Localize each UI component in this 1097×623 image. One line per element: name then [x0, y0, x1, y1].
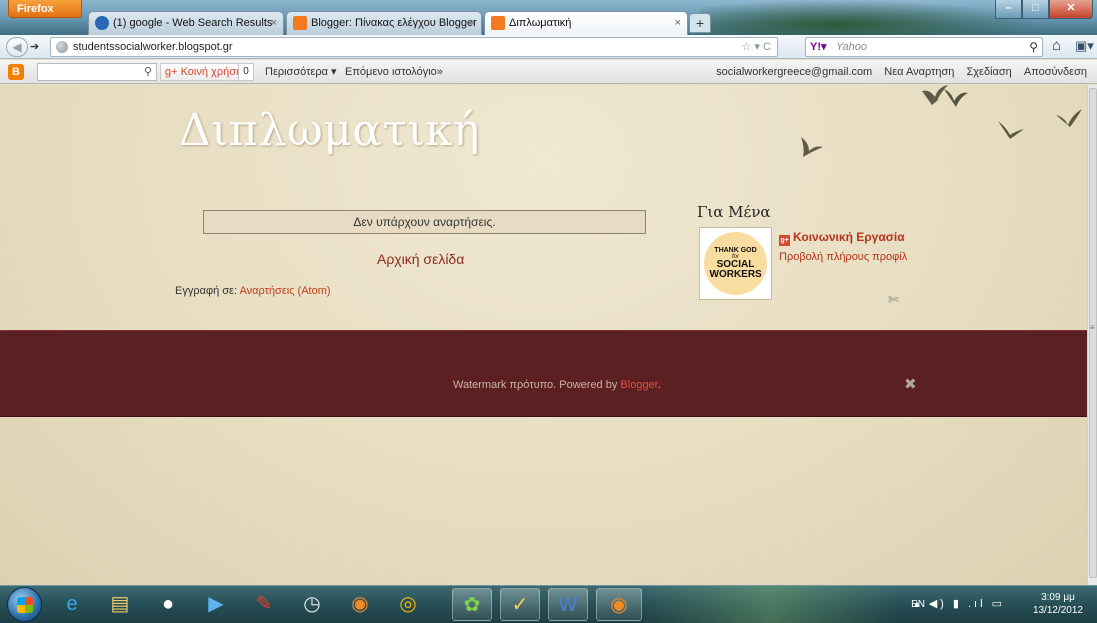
windows-taskbar: e ▤ ● ▶ ✎ ◷ ◉ ◎ ✿ ✓ W ◉ EN ▴ ◀) ▮ .ıl ▭ …	[0, 585, 1097, 623]
clock-icon[interactable]: ◷	[292, 588, 332, 621]
media-icon[interactable]: ▶	[196, 588, 236, 621]
tools-icon[interactable]: ✖	[904, 375, 917, 393]
tab-title: Blogger: Πίνακας ελέγχου Blogger	[311, 17, 477, 29]
firefox-menu-button[interactable]: Firefox	[8, 0, 82, 18]
more-menu[interactable]: Περισσότερα ▾	[265, 60, 337, 84]
ie-icon[interactable]: e	[52, 588, 92, 621]
clock-time: 3:09 μμ	[1041, 592, 1075, 603]
blog-search-input[interactable]: ⚲	[37, 63, 157, 81]
footer-period: .	[657, 379, 661, 391]
view-full-profile-link[interactable]: Προβολή πλήρους προφίλ	[779, 251, 907, 263]
user-email: socialworkergreece@gmail.com	[716, 66, 873, 78]
browser-title-bar: Firefox (1) google - Web Search Results …	[0, 0, 1097, 35]
page-scrollbar[interactable]: ≡	[1087, 85, 1097, 585]
gplus-label: Κοινή χρήση	[180, 66, 243, 78]
yahoo-icon[interactable]: Y!▾	[810, 38, 827, 56]
search-icon[interactable]: ⚲	[1029, 38, 1038, 56]
clock-date: 13/12/2012	[1032, 605, 1083, 616]
bird-icon	[944, 89, 968, 107]
gplus-share-button[interactable]: g+ Κοινή χρήση	[160, 63, 248, 81]
bird-icon	[998, 121, 1024, 139]
minimize-icon[interactable]: –	[995, 0, 1022, 19]
address-bar[interactable]: studentssocialworker.blogspot.gr ☆ ▾ C	[50, 37, 778, 57]
blog-footer: Watermark πρότυπο. Powered by Blogger. ✖	[0, 330, 1087, 417]
clock-display[interactable]: 3:09 μμ 13/12/2012	[1033, 591, 1083, 617]
forward-arrow-icon[interactable]: ➔	[30, 39, 48, 55]
back-arrow-icon[interactable]: ◀	[6, 37, 28, 57]
maximize-icon[interactable]: □	[1022, 0, 1049, 19]
blogger-link[interactable]: Blogger	[620, 379, 657, 391]
titlebar-glow	[700, 0, 1040, 35]
addon-icon[interactable]: ▣▾	[1075, 37, 1094, 55]
tab-title: Διπλωματική	[509, 17, 572, 29]
profile-image[interactable]: THANK GOD for SOCIAL WORKERS	[699, 227, 772, 300]
word-icon[interactable]: W	[548, 588, 588, 621]
search-icon[interactable]: ⚲	[144, 64, 152, 80]
explorer-icon[interactable]: ▤	[100, 588, 140, 621]
paint-icon[interactable]: ✓	[500, 588, 540, 621]
navigation-toolbar: ◀ ➔ studentssocialworker.blogspot.gr ☆ ▾…	[0, 35, 1097, 59]
gplus-icon: g+	[779, 235, 790, 246]
globe-icon	[56, 41, 68, 53]
blogger-navbar: B ⚲ g+ Κοινή χρήση 0 Περισσότερα ▾ Επόμε…	[0, 60, 1097, 84]
blog-page: Διπλωματική Δεν υπάρχουν αναρτήσεις. Αρχ…	[0, 85, 1087, 585]
start-button[interactable]	[7, 587, 42, 622]
profile-name-link[interactable]: g+ Κοινωνική Εργασία	[779, 230, 905, 246]
messenger-icon[interactable]: ✿	[452, 588, 492, 621]
about-me-heading: Για Μένα	[697, 203, 771, 221]
close-window-icon[interactable]: ✕	[1049, 0, 1093, 19]
home-page-link[interactable]: Αρχική σελίδα	[377, 251, 464, 267]
bird-icon	[801, 137, 823, 157]
blogger-favicon-icon	[491, 16, 505, 30]
close-icon[interactable]: ×	[271, 12, 277, 34]
close-icon[interactable]: ×	[675, 12, 681, 34]
search-engine-placeholder: Yahoo	[836, 41, 867, 53]
badge-line-1: THANK GOD	[714, 247, 757, 254]
home-icon[interactable]: ⌂	[1052, 37, 1061, 55]
tab-blogger-dashboard[interactable]: Blogger: Πίνακας ελέγχου Blogger ×	[286, 11, 482, 35]
url-text: studentssocialworker.blogspot.gr	[73, 41, 233, 53]
chrome-icon[interactable]: ◎	[388, 588, 428, 621]
new-tab-button[interactable]: +	[689, 13, 711, 33]
sign-out-link[interactable]: Αποσύνδεση	[1024, 66, 1087, 78]
no-posts-message: Δεν υπάρχουν αναρτήσεις.	[203, 210, 646, 234]
bird-icon	[1056, 109, 1082, 127]
footer-text: Watermark πρότυπο. Powered by	[453, 379, 618, 391]
atom-feed-link[interactable]: Αναρτήσεις (Atom)	[239, 285, 330, 297]
badge-line-3: SOCIAL WORKERS	[709, 259, 762, 280]
gplus-count: 0	[238, 63, 254, 81]
bookmark-star-icon[interactable]: ☆ ▾ C	[742, 38, 771, 56]
window-controls: – □ ✕	[995, 0, 1093, 19]
subscribe-line: Εγγραφή σε: Αναρτήσεις (Atom)	[175, 285, 331, 297]
firefox-active-icon[interactable]: ◉	[596, 588, 642, 621]
tab-title: (1) google - Web Search Results	[113, 17, 273, 29]
firefox-icon[interactable]: ◉	[340, 588, 380, 621]
pin-icon[interactable]: ✎	[244, 588, 284, 621]
scrollbar-grip-icon: ≡	[1090, 323, 1095, 332]
tab-google[interactable]: (1) google - Web Search Results ×	[88, 11, 284, 35]
close-icon[interactable]: ×	[469, 12, 475, 34]
new-post-link[interactable]: Νεα Αναρτηση	[884, 66, 954, 78]
profile-badge: THANK GOD for SOCIAL WORKERS	[704, 232, 767, 295]
next-blog-link[interactable]: Επόμενο ιστολόγιο»	[345, 60, 443, 84]
design-link[interactable]: Σχεδίαση	[966, 66, 1011, 78]
edit-widget-icon[interactable]: ✄	[888, 292, 899, 308]
profile-name: Κοινωνική Εργασία	[793, 230, 905, 244]
blogger-user-menu: socialworkergreece@gmail.com Νεα Αναρτησ…	[707, 60, 1087, 84]
blogger-logo-icon[interactable]: B	[8, 64, 24, 80]
windows-logo-icon	[17, 597, 33, 613]
footer-attribution: Watermark πρότυπο. Powered by Blogger.	[453, 379, 661, 391]
subscribe-label: Εγγραφή σε:	[175, 285, 238, 297]
tray-icons[interactable]: ▴ ◀) ▮ .ıl ▭	[914, 597, 1005, 610]
search-input[interactable]: Y!▾ Yahoo ⚲	[805, 37, 1043, 57]
blog-title[interactable]: Διπλωματική	[179, 105, 480, 156]
tab-diplomatiki[interactable]: Διπλωματική ×	[484, 11, 688, 35]
taskbar-sheen	[640, 586, 900, 623]
google-favicon-icon	[95, 16, 109, 30]
user-icon[interactable]: ●	[148, 588, 188, 621]
blogger-favicon-icon	[293, 16, 307, 30]
scrollbar-thumb[interactable]	[1089, 88, 1097, 578]
